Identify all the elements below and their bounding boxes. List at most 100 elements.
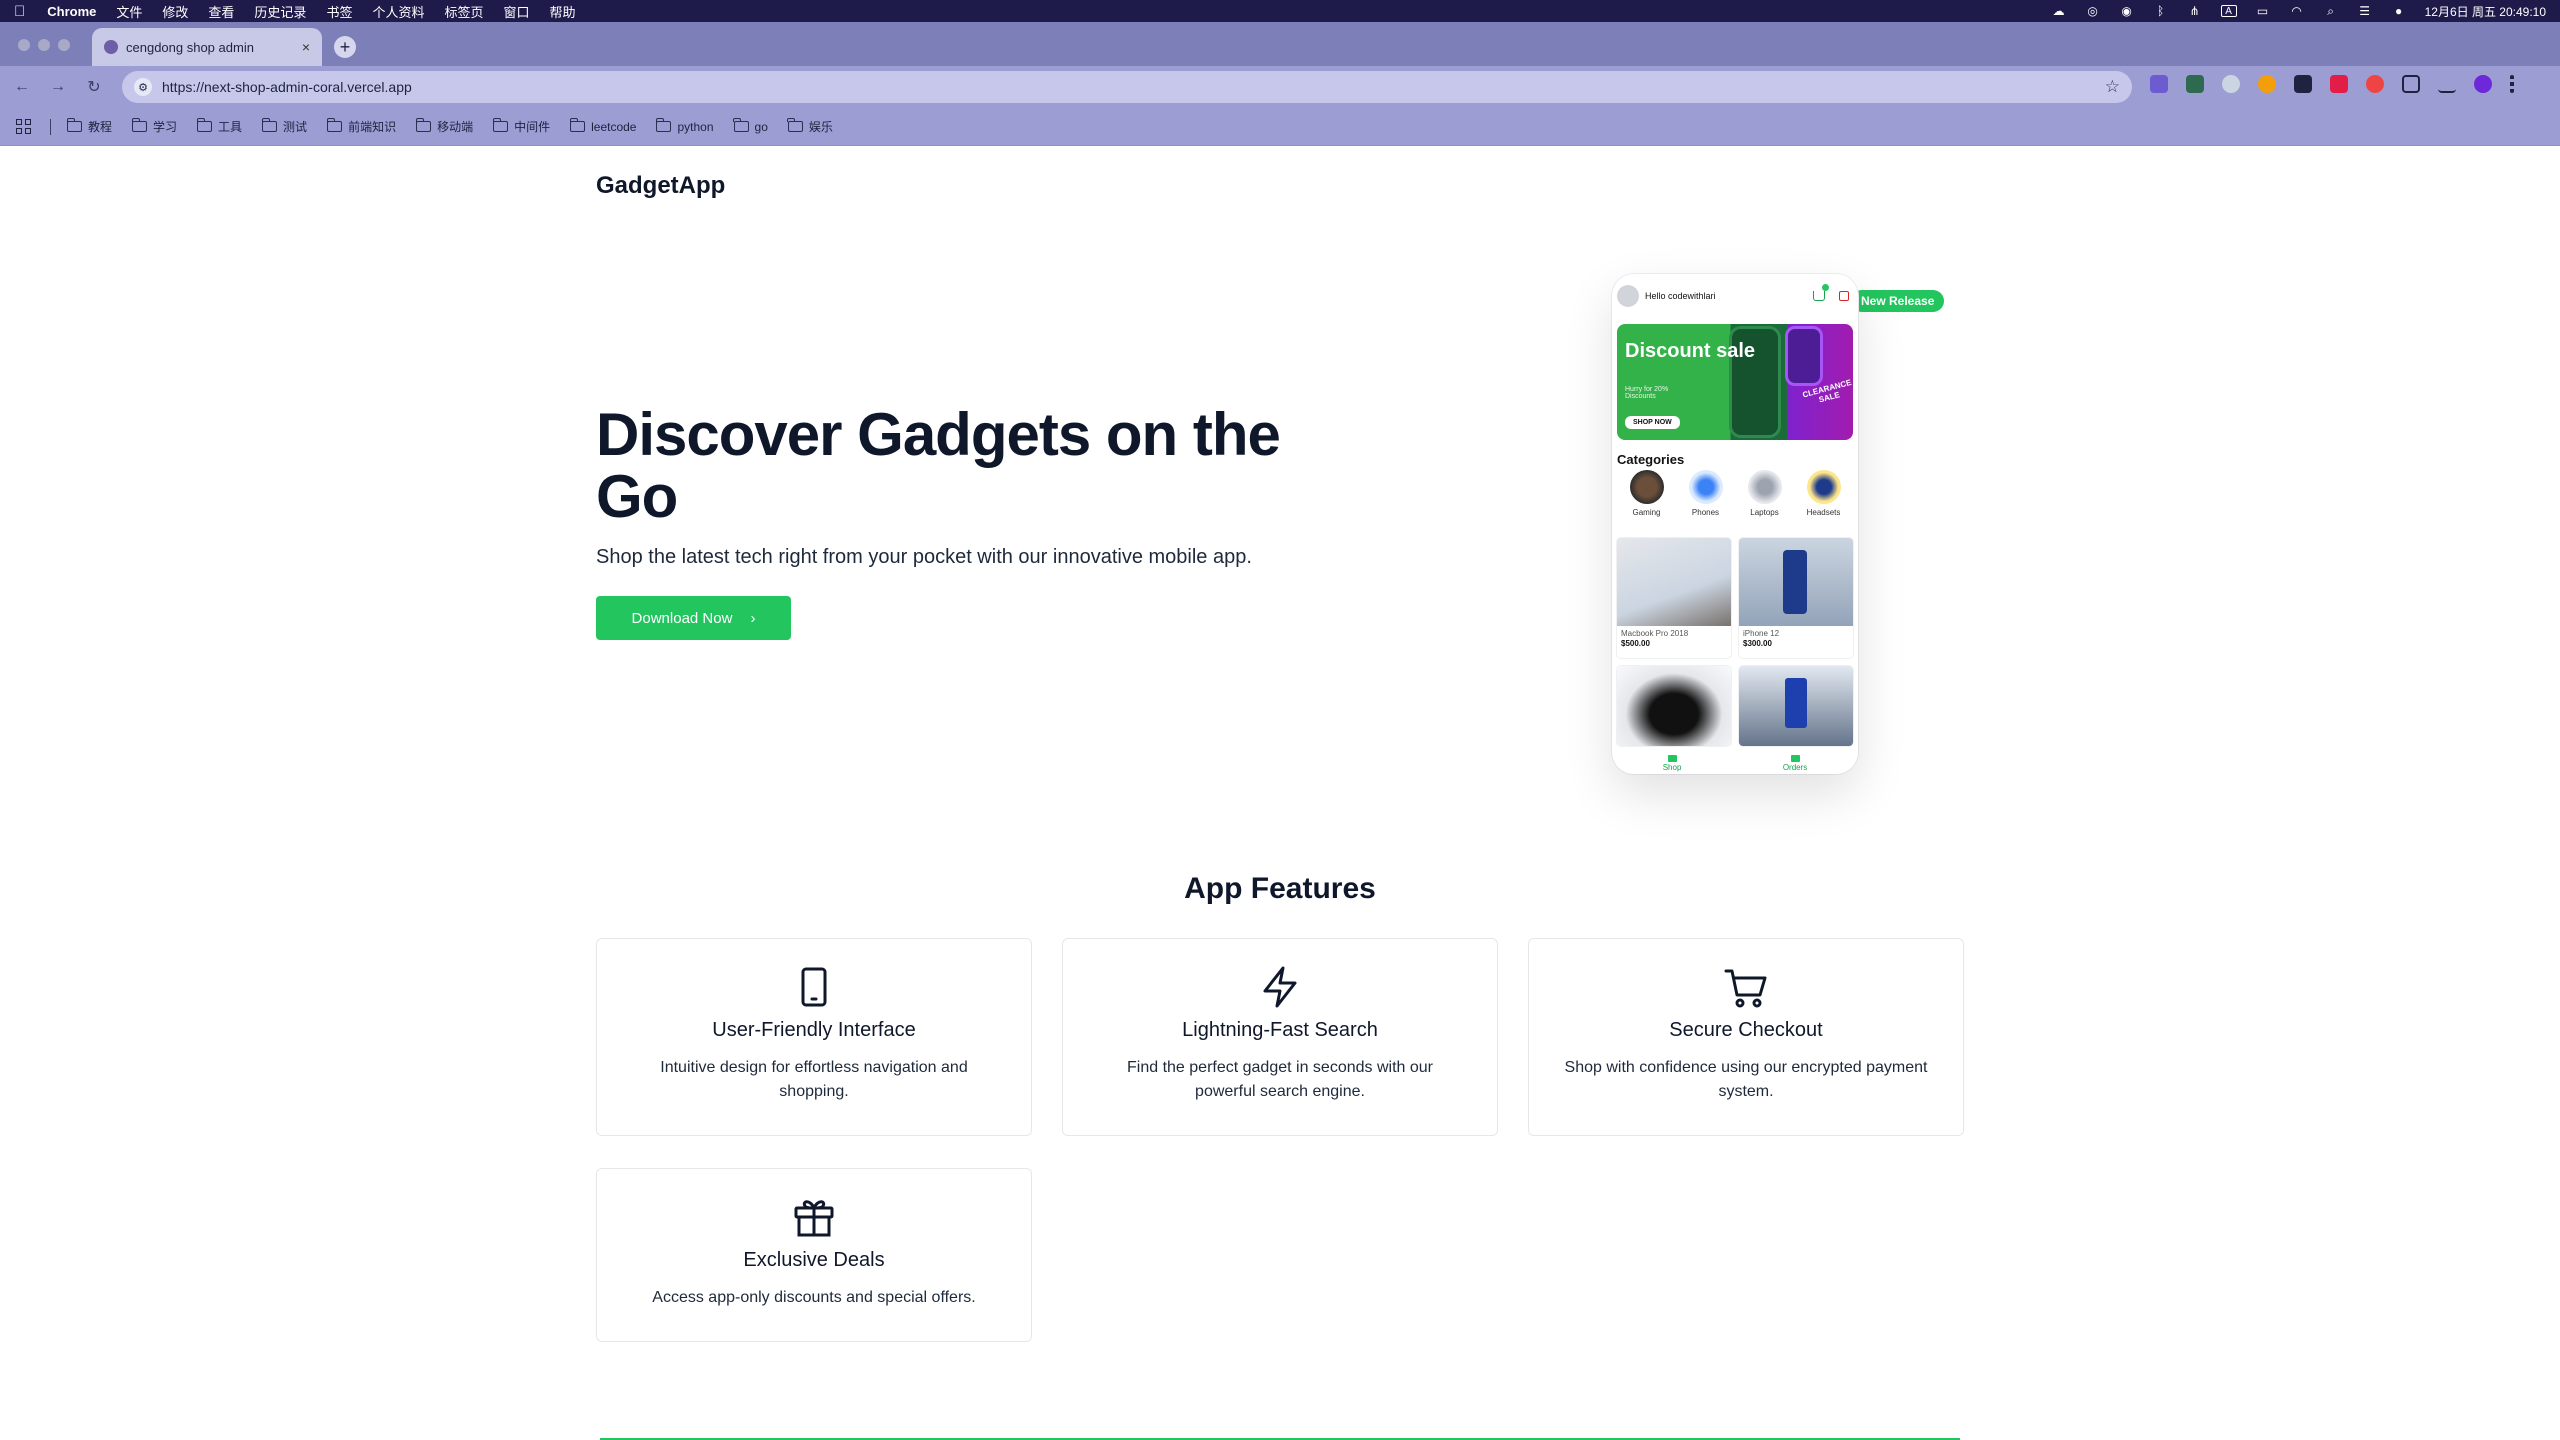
bookmarks-separator (50, 118, 51, 135)
gift-icon (794, 1200, 834, 1237)
download-now-label: Download Now (631, 609, 733, 627)
bookmark-label: 娱乐 (808, 120, 833, 134)
category-label: Headsets (1806, 508, 1841, 517)
siri-icon[interactable]: ● (2391, 4, 2407, 18)
new-tab-button[interactable]: + (334, 36, 356, 58)
bookmark-folder[interactable]: 中间件 (492, 118, 550, 135)
bookmark-folder[interactable]: 工具 (196, 118, 243, 135)
globe-icon[interactable]: ◎ (2085, 4, 2101, 18)
extension-icon-6[interactable] (2330, 75, 2348, 93)
menu-profiles[interactable]: 个人资料 (372, 2, 424, 21)
bookmark-label: 教程 (88, 120, 113, 134)
address-bar[interactable]: ⚙ https://next-shop-admin-coral.vercel.a… (122, 71, 2132, 103)
extension-icon-7[interactable] (2366, 75, 2384, 93)
browser-tabstrip: cengdong shop admin × + (0, 22, 2560, 66)
banner-subtitle: Hurry for 20% Discounts (1625, 386, 1669, 400)
tab-close-icon[interactable]: × (302, 39, 310, 55)
maximize-window-icon[interactable] (58, 39, 70, 51)
extension-icon-5[interactable] (2294, 75, 2312, 93)
phone-bottom-nav: Shop Orders (1612, 752, 1858, 774)
address-url[interactable]: https://next-shop-admin-coral.vercel.app (162, 79, 2105, 95)
category-label: Gaming (1632, 508, 1661, 517)
bookmarks-bar: 教程 学习 工具 测试 前端知识 移动端 中间件 leetcode python… (0, 108, 2560, 146)
minimize-window-icon[interactable] (38, 39, 50, 51)
bookmark-folder[interactable]: go (733, 118, 768, 134)
banner-phone-purple (1785, 326, 1823, 386)
bookmark-folder[interactable]: 测试 (261, 118, 307, 135)
cloud-icon[interactable]: ☁ (2051, 4, 2067, 18)
bookmark-label: 前端知识 (348, 120, 397, 134)
feature-description: Access app-only discounts and special of… (652, 1289, 976, 1306)
menu-tabs[interactable]: 标签页 (444, 2, 483, 21)
brand-logo[interactable]: GadgetApp (596, 172, 725, 200)
profile-avatar[interactable] (2474, 75, 2492, 93)
phone-header: Hello codewithlari (1617, 284, 1853, 307)
phone-nav-label: Orders (1782, 762, 1808, 772)
forward-icon[interactable]: → (44, 73, 72, 101)
download-now-button[interactable]: Download Now › (596, 596, 791, 640)
control-center-icon[interactable]: ☰ (2357, 4, 2373, 18)
menu-bookmarks[interactable]: 书签 (326, 2, 352, 21)
category-label: Phones (1691, 508, 1720, 517)
apple-menu-icon[interactable]:  (14, 3, 25, 20)
wifi-icon[interactable]: ◠ (2289, 4, 2305, 18)
extension-icon-1[interactable] (2150, 75, 2168, 93)
bookmark-folder[interactable]: 教程 (66, 118, 113, 135)
banner-shop-now: SHOP NOW (1625, 416, 1680, 429)
category-label: Laptops (1750, 508, 1779, 517)
extension-icon-2[interactable] (2186, 75, 2204, 93)
browser-toolbar: ← → ↻ ⚙ https://next-shop-admin-coral.ve… (0, 66, 2560, 108)
menu-view[interactable]: 查看 (208, 2, 234, 21)
wechat-icon[interactable]: ◉ (2119, 4, 2135, 18)
apps-grid-icon[interactable] (16, 118, 32, 135)
battery-icon[interactable]: ▭ (2255, 4, 2271, 18)
menu-window[interactable]: 窗口 (503, 2, 529, 21)
feature-title: Secure Checkout (1669, 1019, 1823, 1041)
downloads-icon[interactable] (2438, 75, 2456, 93)
bookmark-folder[interactable]: leetcode (569, 118, 637, 134)
site-info-icon[interactable]: ⚙ (134, 78, 152, 96)
bluetooth-icon[interactable]: ᛒ (2153, 4, 2169, 18)
bookmark-folder[interactable]: python (655, 118, 714, 134)
feature-description: Intuitive design for effortless navigati… (660, 1059, 968, 1100)
folder-icon (415, 118, 432, 132)
feature-card: User-Friendly Interface Intuitive design… (596, 938, 1032, 1136)
extensions-puzzle-icon[interactable] (2402, 75, 2420, 93)
extension-icon-4[interactable] (2258, 75, 2276, 93)
close-window-icon[interactable] (18, 39, 30, 51)
menu-file[interactable]: 文件 (116, 2, 142, 21)
menu-edit[interactable]: 修改 (162, 2, 188, 21)
bookmark-folder[interactable]: 前端知识 (326, 118, 397, 135)
bookmark-star-icon[interactable]: ☆ (2105, 77, 2120, 97)
reload-icon[interactable]: ↻ (80, 73, 108, 101)
phone-product-card: iPhone 12 $300.00 (1739, 538, 1853, 658)
folder-icon (569, 118, 586, 132)
browser-tab-active[interactable]: cengdong shop admin × (92, 28, 322, 66)
bookmark-label: 工具 (218, 120, 243, 134)
bookmark-label: leetcode (591, 119, 637, 134)
folder-icon (733, 118, 749, 132)
tablet-icon (801, 967, 827, 1007)
phone-nav-shop: Shop (1663, 754, 1681, 772)
folder-icon (655, 118, 672, 132)
bookmark-folder[interactable]: 娱乐 (787, 118, 833, 135)
feature-description: Shop with confidence using our encrypted… (1564, 1059, 1928, 1100)
feature-card: Lightning-Fast Search Find the perfect g… (1062, 938, 1498, 1136)
menu-history[interactable]: 历史记录 (254, 2, 306, 21)
menubar-clock[interactable]: 12月6日 周五 20:49:10 (2425, 3, 2546, 20)
feature-card: Exclusive Deals Access app-only discount… (596, 1168, 1032, 1342)
feature-description: Find the perfect gadget in seconds with … (1127, 1059, 1433, 1100)
input-method-icon[interactable]: A (2220, 5, 2237, 17)
menu-app-name[interactable]: Chrome (47, 4, 96, 19)
back-icon[interactable]: ← (8, 73, 36, 101)
window-controls (18, 39, 70, 51)
chrome-menu-icon[interactable] (2510, 75, 2514, 93)
bookmark-folder[interactable]: 学习 (131, 118, 177, 135)
bookmark-folder[interactable]: 移动端 (415, 118, 473, 135)
phone-cart-icon (1813, 284, 1829, 301)
extension-icon-3[interactable] (2222, 75, 2240, 93)
network-icon[interactable]: ⋔ (2187, 4, 2203, 18)
search-icon[interactable]: ⌕ (2323, 4, 2339, 18)
phone-product-card (1739, 666, 1853, 746)
menu-help[interactable]: 帮助 (550, 2, 576, 21)
